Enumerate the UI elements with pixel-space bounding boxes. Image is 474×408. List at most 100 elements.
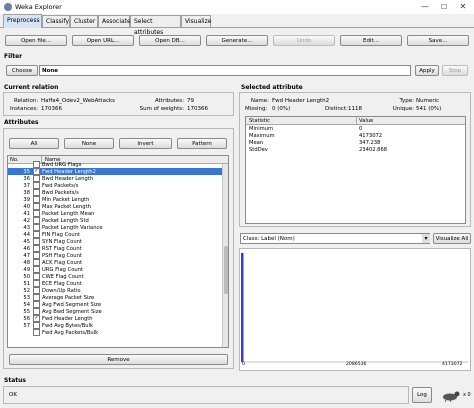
attribute-row[interactable]: 45 SYN Flag Count bbox=[8, 238, 222, 245]
attribute-checkbox[interactable] bbox=[33, 196, 40, 203]
attribute-row[interactable]: 37 Fwd Packets/s bbox=[8, 182, 222, 189]
statistic-name: StdDev bbox=[249, 147, 268, 153]
attribute-row[interactable]: 41 Packet Length Mean bbox=[8, 210, 222, 217]
attribute-row[interactable]: 51 ECE Flag Count bbox=[8, 280, 222, 287]
attribute-row[interactable]: Bwd URG Flags bbox=[8, 161, 222, 168]
attribute-row[interactable]: 36 Bwd Header Length bbox=[8, 175, 222, 182]
undo-button[interactable]: Undo bbox=[273, 35, 335, 46]
current-relation-label: Current relation bbox=[4, 84, 59, 91]
attribute-row[interactable]: 54 Avg Fwd Segment Size bbox=[8, 301, 222, 308]
attribute-row[interactable]: 57 Fwd Avg Bytes/Bulk bbox=[8, 322, 222, 329]
class-select[interactable]: Class: Label (Nom) bbox=[240, 233, 430, 244]
attribute-row[interactable]: 44 FIN Flag Count bbox=[8, 231, 222, 238]
attribute-checkbox[interactable] bbox=[33, 322, 40, 329]
attribute-checkbox[interactable] bbox=[33, 238, 40, 245]
attribute-checkbox[interactable] bbox=[33, 203, 40, 210]
attribute-checkbox[interactable] bbox=[33, 231, 40, 238]
histogram-x-max: 4173072 bbox=[442, 362, 463, 367]
minimize-button[interactable]: — bbox=[418, 1, 432, 13]
attribute-rows: Bwd URG Flags 35 ✓ Fwd Header Length2 36 Bwd … bbox=[8, 161, 222, 336]
attribute-checkbox[interactable] bbox=[33, 245, 40, 252]
attr-type-label: Type: bbox=[399, 98, 415, 104]
current-relation-panel: Relation: Haffa4_Odev2_WebAttacks Instan… bbox=[3, 92, 234, 116]
statistic-value: 4173072 bbox=[359, 133, 383, 139]
tab-preprocess[interactable]: Preprocess bbox=[3, 14, 42, 28]
weka-bird-icon bbox=[441, 388, 463, 403]
value-column-header[interactable]: Value bbox=[359, 118, 373, 124]
statistic-value: 23402.868 bbox=[359, 147, 388, 153]
attribute-row[interactable]: 39 Min Packet Length bbox=[8, 196, 222, 203]
attribute-checkbox[interactable] bbox=[33, 308, 40, 315]
attribute-list-scrollbar[interactable] bbox=[222, 164, 228, 347]
attribute-row[interactable]: Fwd Avg Packets/Bulk bbox=[8, 329, 222, 336]
attribute-row[interactable]: 35 ✓ Fwd Header Length2 bbox=[8, 168, 222, 175]
open-db-button[interactable]: Open DB... bbox=[139, 35, 201, 46]
filter-choose-button[interactable]: Choose bbox=[6, 65, 38, 76]
attribute-checkbox[interactable] bbox=[33, 266, 40, 273]
tab-select-attributes[interactable]: Select attributes bbox=[130, 15, 181, 36]
statistic-column-header[interactable]: Statistic bbox=[249, 118, 270, 124]
attributes-count-label: Attributes: bbox=[154, 98, 184, 104]
attribute-checkbox[interactable] bbox=[33, 217, 40, 224]
attribute-row[interactable]: 47 PSH Flag Count bbox=[8, 252, 222, 259]
attribute-checkbox[interactable] bbox=[33, 280, 40, 287]
tab-cluster[interactable]: Cluster bbox=[70, 15, 98, 27]
attribute-checkbox[interactable] bbox=[33, 175, 40, 182]
selected-attribute-label: Selected attribute bbox=[241, 84, 303, 91]
log-button[interactable]: Log bbox=[412, 387, 432, 403]
maximize-button[interactable]: ☐ bbox=[437, 1, 451, 13]
remove-button[interactable]: Remove bbox=[9, 354, 228, 365]
tab-visualize[interactable]: Visualize bbox=[181, 15, 211, 27]
filter-stop-button[interactable]: Stop bbox=[442, 65, 468, 76]
generate-button[interactable]: Generate... bbox=[206, 35, 268, 46]
attribute-row[interactable]: 56 ✓ Fwd Header Length bbox=[8, 315, 222, 322]
select-none-button[interactable]: None bbox=[64, 138, 114, 149]
attribute-checkbox[interactable]: ✓ bbox=[33, 168, 40, 175]
attribute-row[interactable]: 43 Packet Length Variance bbox=[8, 224, 222, 231]
attribute-checkbox[interactable] bbox=[33, 329, 40, 336]
chevron-down-icon[interactable]: ▾ bbox=[422, 234, 430, 243]
attr-type-value: Numeric bbox=[416, 98, 440, 104]
attribute-row[interactable]: 52 Down/Up Ratio bbox=[8, 287, 222, 294]
attribute-checkbox[interactable]: ✓ bbox=[33, 315, 40, 322]
attribute-row[interactable]: 50 CWE Flag Count bbox=[8, 273, 222, 280]
attribute-row[interactable]: 38 Bwd Packets/s bbox=[8, 189, 222, 196]
attribute-row[interactable]: 46 RST Flag Count bbox=[8, 245, 222, 252]
open-file-button[interactable]: Open file... bbox=[5, 35, 67, 46]
close-button[interactable]: ✕ bbox=[456, 1, 470, 13]
attribute-checkbox[interactable] bbox=[33, 301, 40, 308]
attribute-checkbox[interactable] bbox=[33, 182, 40, 189]
save-button[interactable]: Save... bbox=[407, 35, 469, 46]
attribute-checkbox[interactable] bbox=[33, 259, 40, 266]
attribute-checkbox[interactable] bbox=[33, 252, 40, 259]
pattern-button[interactable]: Pattern bbox=[177, 138, 227, 149]
open-url-button[interactable]: Open URL... bbox=[72, 35, 134, 46]
attribute-checkbox[interactable] bbox=[33, 224, 40, 231]
attribute-row[interactable]: 55 Avg Bwd Segment Size bbox=[8, 308, 222, 315]
attribute-checkbox[interactable] bbox=[33, 161, 40, 168]
scrollbar-thumb[interactable] bbox=[224, 246, 228, 294]
status-x-count: x 0 bbox=[463, 392, 471, 398]
attribute-checkbox[interactable] bbox=[33, 287, 40, 294]
attr-name-value: Fwd Header Length2 bbox=[272, 98, 330, 104]
filter-apply-button[interactable]: Apply bbox=[415, 65, 439, 76]
attribute-row[interactable]: 53 Average Packet Size bbox=[8, 294, 222, 301]
visualize-all-button[interactable]: Visualize All bbox=[433, 233, 471, 244]
edit-button[interactable]: Edit... bbox=[340, 35, 402, 46]
attribute-row[interactable]: 42 Packet Length Std bbox=[8, 217, 222, 224]
statistic-value: 0 bbox=[359, 126, 363, 132]
tab-associate[interactable]: Associate bbox=[98, 15, 131, 27]
attribute-checkbox[interactable] bbox=[33, 189, 40, 196]
invert-button[interactable]: Invert bbox=[119, 138, 172, 149]
tab-classify[interactable]: Classify bbox=[42, 15, 70, 27]
attribute-checkbox[interactable] bbox=[33, 210, 40, 217]
attribute-row[interactable]: 49 URG Flag Count bbox=[8, 266, 222, 273]
status-text: OK bbox=[9, 392, 17, 398]
attr-distinct-value: 1118 bbox=[348, 106, 362, 112]
filter-field[interactable]: None bbox=[39, 65, 411, 76]
attribute-row[interactable]: 40 Max Packet Length bbox=[8, 203, 222, 210]
attribute-checkbox[interactable] bbox=[33, 273, 40, 280]
attribute-checkbox[interactable] bbox=[33, 294, 40, 301]
attribute-row[interactable]: 48 ACK Flag Count bbox=[8, 259, 222, 266]
select-all-button[interactable]: All bbox=[9, 138, 59, 149]
